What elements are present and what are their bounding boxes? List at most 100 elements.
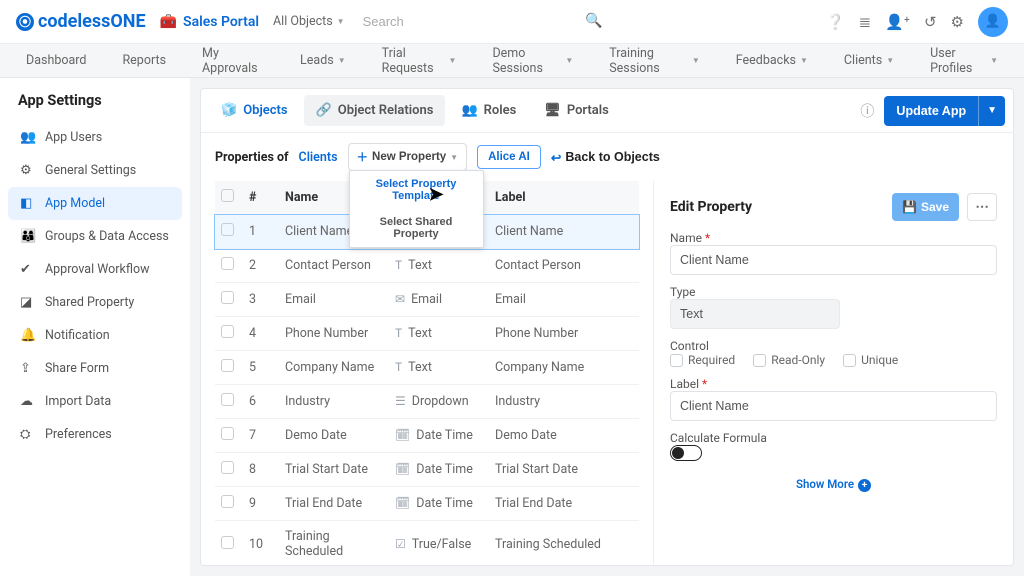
row-checkbox[interactable] [221, 359, 234, 372]
row-number: 1 [243, 215, 279, 249]
tab-roles[interactable]: 👥Roles [449, 95, 528, 126]
table-row[interactable]: 3Email✉EmailEmail [215, 283, 639, 317]
nav-approvals[interactable]: My Approvals [184, 44, 282, 77]
table-row[interactable]: 5Company NameTTextCompany Name [215, 351, 639, 385]
show-more-button[interactable]: Show More+ [670, 477, 997, 492]
add-user-icon[interactable]: 👤⁺ [885, 13, 910, 31]
row-name: Phone Number [279, 317, 389, 351]
search-input[interactable] [359, 7, 609, 37]
row-number: 10 [243, 521, 279, 566]
type-icon: 🗓 [395, 496, 410, 510]
plus-circle-icon: + [858, 479, 871, 492]
row-name: Company Name [279, 351, 389, 385]
row-checkbox[interactable] [221, 223, 234, 236]
bell-icon: 🔔 [20, 328, 35, 343]
nav-user-profiles[interactable]: User Profiles▼ [912, 44, 1016, 77]
all-objects-select[interactable]: All Objects ▼ [273, 14, 345, 29]
properties-object-link[interactable]: Clients [299, 150, 338, 165]
info-icon[interactable]: ⓘ [860, 101, 874, 121]
row-type: ☑True/False [389, 521, 489, 566]
gear-icon: ⚙ [20, 163, 35, 178]
settings-icon[interactable]: ⚙ [951, 13, 964, 31]
more-button[interactable]: ⋯ [967, 193, 997, 221]
help-icon[interactable]: ❔ [826, 13, 845, 31]
required-checkbox[interactable]: Required [670, 353, 735, 367]
row-checkbox[interactable] [221, 536, 234, 549]
update-app-menu-button[interactable]: ▼ [978, 96, 1005, 126]
row-type: 🗓Date Time [389, 453, 489, 487]
nav-feedbacks[interactable]: Feedbacks▼ [718, 44, 826, 77]
back-to-objects-button[interactable]: ↩ Back to Objects [551, 150, 660, 165]
sidebar-item-share-form[interactable]: ⇪Share Form [8, 352, 182, 385]
table-row[interactable]: 7Demo Date🗓Date TimeDemo Date [215, 419, 639, 453]
global-search[interactable]: 🔍 [359, 7, 609, 37]
type-icon: T [395, 326, 402, 340]
portal-switcher[interactable]: 🧰 Sales Portal [160, 14, 259, 30]
save-button[interactable]: 💾Save [892, 193, 959, 221]
history-icon[interactable]: ↺ [924, 13, 937, 31]
sidebar-item-preferences[interactable]: ⛭Preferences [8, 418, 182, 451]
preferences-icon: ⛭ [20, 427, 35, 442]
roles-icon: 👥 [461, 103, 477, 118]
sidebar-item-import-data[interactable]: ☁Import Data [8, 385, 182, 418]
table-row[interactable]: 8Trial Start Date🗓Date TimeTrial Start D… [215, 453, 639, 487]
table-row[interactable]: 9Trial End Date🗓Date TimeTrial End Date [215, 487, 639, 521]
chevron-down-icon: ▼ [692, 56, 700, 65]
row-checkbox[interactable] [221, 291, 234, 304]
row-checkbox[interactable] [221, 393, 234, 406]
sidebar-item-shared-property[interactable]: ◪Shared Property [8, 286, 182, 319]
edit-property-title: Edit Property [670, 199, 752, 215]
brand-mark-icon: ⦿ [16, 13, 34, 31]
row-checkbox[interactable] [221, 495, 234, 508]
type-icon: T [395, 360, 402, 374]
dropdown-select-template[interactable]: Select Property Template [350, 171, 483, 209]
label-input[interactable] [670, 391, 997, 421]
table-row[interactable]: 4Phone NumberTTextPhone Number [215, 317, 639, 351]
row-checkbox[interactable] [221, 257, 234, 270]
select-all-checkbox[interactable] [221, 189, 234, 202]
nav-clients[interactable]: Clients▼ [826, 44, 912, 77]
row-name: Training Scheduled [279, 521, 389, 566]
sidebar-item-groups-data-access[interactable]: 👨‍👩‍👦Groups & Data Access [8, 220, 182, 253]
main-nav: Dashboard Reports My Approvals Leads▼ Tr… [0, 44, 1024, 78]
dropdown-select-shared[interactable]: Select Shared Property [350, 209, 483, 247]
tab-object-relations[interactable]: 🔗Object Relations [304, 95, 446, 126]
readonly-checkbox[interactable]: Read-Only [753, 353, 825, 367]
new-property-button[interactable]: ＋ New Property ▼ Select Property Templat… [348, 143, 468, 171]
chevron-down-icon: ▼ [337, 17, 345, 26]
table-row[interactable]: 6Industry☰DropdownIndustry [215, 385, 639, 419]
name-input[interactable] [670, 245, 997, 275]
formula-toggle[interactable] [670, 445, 702, 461]
nav-training-sessions[interactable]: Training Sessions▼ [591, 44, 718, 77]
table-row[interactable]: 2Contact PersonTTextContact Person [215, 249, 639, 283]
sidebar-item-notification[interactable]: 🔔Notification [8, 319, 182, 352]
nav-dashboard[interactable]: Dashboard [8, 44, 104, 77]
nav-demo-sessions[interactable]: Demo Sessions▼ [474, 44, 591, 77]
chevron-down-icon: ▼ [565, 56, 573, 65]
unique-checkbox[interactable]: Unique [843, 353, 898, 367]
table-row[interactable]: 10Training Scheduled☑True/FalseTraining … [215, 521, 639, 566]
row-type: ✉Email [389, 283, 489, 317]
row-number: 4 [243, 317, 279, 351]
sidebar-item-approval-workflow[interactable]: ✔Approval Workflow [8, 253, 182, 286]
edit-property-pane: Edit Property 💾Save ⋯ Name * Type [653, 181, 1013, 565]
row-checkbox[interactable] [221, 427, 234, 440]
update-app-button[interactable]: Update App [884, 96, 978, 126]
nav-reports[interactable]: Reports [104, 44, 184, 77]
sidebar-item-general-settings[interactable]: ⚙General Settings [8, 154, 182, 187]
brand-logo[interactable]: ⦿ codelessONE [16, 11, 146, 32]
nav-trial-requests[interactable]: Trial Requests▼ [364, 44, 475, 77]
all-objects-label: All Objects [273, 14, 333, 29]
user-avatar-icon: 👤 [985, 14, 1001, 29]
alice-ai-button[interactable]: Alice AI [477, 145, 541, 169]
tab-objects[interactable]: 🧊Objects [209, 95, 300, 126]
row-checkbox[interactable] [221, 325, 234, 338]
nav-leads[interactable]: Leads▼ [282, 44, 364, 77]
database-icon[interactable]: ≣ [859, 13, 872, 31]
sidebar-item-app-users[interactable]: 👥App Users [8, 121, 182, 154]
row-checkbox[interactable] [221, 461, 234, 474]
sidebar-item-app-model[interactable]: ◧App Model [8, 187, 182, 220]
row-name: Trial End Date [279, 487, 389, 521]
user-avatar[interactable]: 👤 [978, 7, 1008, 37]
tab-portals[interactable]: 🖥Portals [532, 95, 621, 126]
